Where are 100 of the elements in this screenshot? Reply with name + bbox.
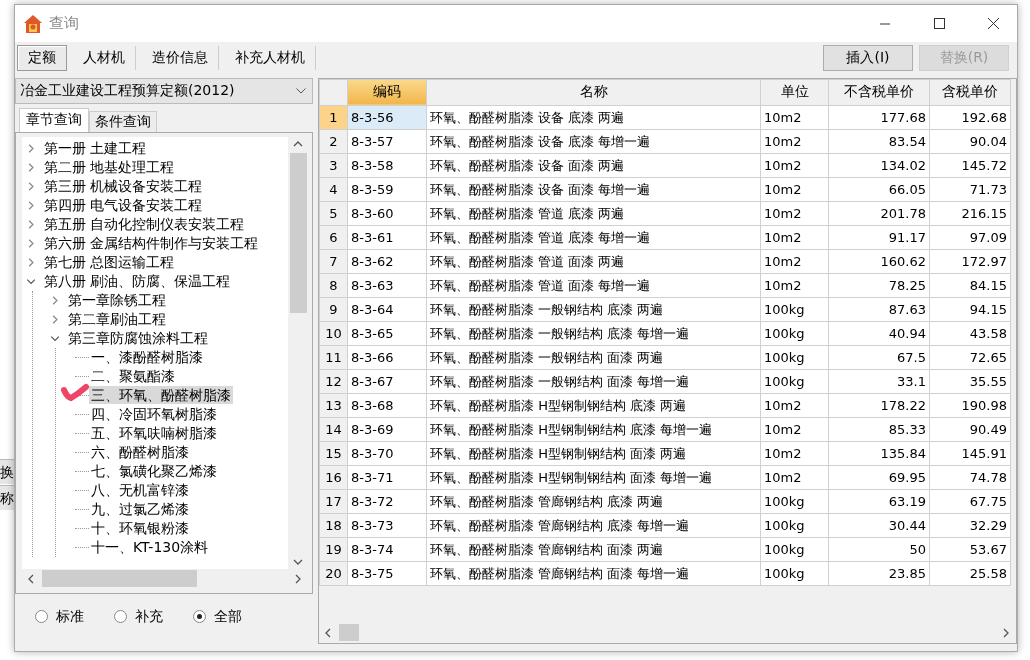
row-number[interactable]: 17 [319,489,348,514]
tree-item[interactable]: 四、冷固环氧树脂漆 [89,405,219,424]
table-cell: 8-3-57 [347,129,427,154]
table-cell: 环氧、酚醛树脂漆 管廊钢结构 底漆 每增一遍 [426,513,761,538]
tab[interactable]: 补充人材机 [225,45,316,70]
table-cell: 10m2 [760,441,829,466]
row-number[interactable]: 12 [319,369,348,394]
table-cell: 环氧、酚醛树脂漆 管道 底漆 每增一遍 [426,225,761,250]
tree-item[interactable]: 一、漆酚醛树脂漆 [89,348,205,367]
column-header[interactable]: 含税单价 [929,79,1011,106]
table-cell: 40.94 [828,321,930,346]
table-cell: 178.22 [828,393,930,418]
table-cell: 环氧、酚醛树脂漆 H型钢制钢结构 面漆 每增一遍 [426,465,761,490]
radio-button[interactable] [35,610,48,624]
house-icon [23,13,43,34]
row-number[interactable]: 1 [319,105,348,130]
tree-item[interactable]: 三、环氧、酚醛树脂漆 [89,386,233,405]
table-cell: 环氧、酚醛树脂漆 管廊钢结构 面漆 每增一遍 [426,561,761,586]
row-number[interactable]: 10 [319,321,348,346]
toolbar-button[interactable]: 插入(I) [823,44,913,71]
scrollbar-thumb[interactable] [289,152,307,313]
table-cell: 100kg [760,489,829,514]
tree-item[interactable]: 第三章防腐蚀涂料工程 [66,329,210,348]
tree-item[interactable]: 八、无机富锌漆 [89,481,191,500]
scrollbar-thumb[interactable] [339,624,359,642]
scrollbar-thumb[interactable] [42,570,197,588]
row-number[interactable]: 9 [319,297,348,322]
table-cell: 环氧、酚醛树脂漆 H型钢制钢结构 底漆 每增一遍 [426,417,761,442]
table-cell: 100kg [760,561,829,586]
row-number[interactable]: 7 [319,249,348,274]
row-number[interactable]: 14 [319,417,348,442]
column-header[interactable]: 不含税单价 [828,79,930,106]
radio-button[interactable] [114,610,127,624]
tab[interactable]: 人材机 [73,45,136,70]
tree-item[interactable]: 第三册 机械设备安装工程 [42,177,205,196]
table-cell: 87.63 [828,297,930,322]
table-cell: 23.85 [828,561,930,586]
row-number[interactable]: 2 [319,129,348,154]
tree-item[interactable]: 第八册 刷油、防腐、保温工程 [42,272,233,291]
row-number[interactable]: 13 [319,393,348,418]
row-number[interactable]: 18 [319,513,348,538]
table-cell: 环氧、酚醛树脂漆 设备 面漆 两遍 [426,153,761,178]
table-cell: 环氧、酚醛树脂漆 管道 面漆 每增一遍 [426,273,761,298]
tree-item[interactable]: 七、氯磺化聚乙烯漆 [89,462,219,481]
table-cell: 环氧、酚醛树脂漆 设备 面漆 每增一遍 [426,177,761,202]
row-number[interactable]: 5 [319,201,348,226]
library-dropdown[interactable]: 冶金工业建设工程预算定额(2012) [15,77,313,104]
table-cell: 10m2 [760,249,829,274]
row-number[interactable]: 3 [319,153,348,178]
checkmark-drawing [60,382,90,403]
tree-item[interactable]: 九、过氯乙烯漆 [89,500,191,519]
table-cell: 50 [828,537,930,562]
row-number[interactable]: 16 [319,465,348,490]
table-cell: 100kg [760,297,829,322]
table-cell: 100kg [760,369,829,394]
tree-item[interactable]: 第二册 地基处理工程 [42,158,177,177]
tree-item[interactable]: 第七册 总图运输工程 [42,253,177,272]
table-cell: 160.62 [828,249,930,274]
table-cell: 100kg [760,513,829,538]
table-cell: 25.58 [929,561,1011,586]
tree-item[interactable]: 六、酚醛树脂漆 [89,443,191,462]
row-number[interactable]: 20 [319,561,348,586]
radio-label: 补充 [135,607,163,626]
tree-item[interactable]: 二、聚氨酯漆 [89,367,177,386]
tab[interactable]: 条件查询 [89,110,157,132]
table-cell: 32.29 [929,513,1011,538]
tab[interactable]: 造价信息 [142,45,219,70]
tree-item[interactable]: 十、环氧银粉漆 [89,519,191,538]
row-number[interactable]: 6 [319,225,348,250]
tree-item[interactable]: 十一、KT-130涂料 [89,538,211,557]
tab[interactable]: 定额 [17,44,67,71]
tree-item[interactable]: 第一章除锈工程 [66,291,168,310]
column-header[interactable]: 编码 [347,79,427,106]
tree-item[interactable]: 第五册 自动化控制仪表安装工程 [42,215,247,234]
row-number[interactable]: 19 [319,537,348,562]
table-cell: 10m2 [760,393,829,418]
table-cell: 环氧、酚醛树脂漆 一般钢结构 底漆 每增一遍 [426,321,761,346]
table-cell: 145.91 [929,441,1011,466]
row-number[interactable]: 15 [319,441,348,466]
table-cell: 8-3-59 [347,177,427,202]
radio-label: 全部 [214,607,242,626]
tree-item[interactable]: 第一册 土建工程 [42,139,149,158]
table-cell: 环氧、酚醛树脂漆 一般钢结构 面漆 每增一遍 [426,369,761,394]
row-number[interactable]: 11 [319,345,348,370]
table-cell: 78.25 [828,273,930,298]
tab[interactable]: 章节查询 [19,107,89,132]
column-header[interactable]: 单位 [760,79,829,106]
table-cell: 环氧、酚醛树脂漆 管道 面漆 两遍 [426,249,761,274]
tree-item[interactable]: 第四册 电气设备安装工程 [42,196,205,215]
column-header[interactable]: 名称 [426,79,761,106]
table-cell: 72.65 [929,345,1011,370]
table-cell: 8-3-61 [347,225,427,250]
tree-item[interactable]: 第六册 金属结构件制作与安装工程 [42,234,261,253]
row-number[interactable]: 8 [319,273,348,298]
tree-item[interactable]: 第二章刷油工程 [66,310,168,329]
radio-button[interactable] [193,610,206,624]
radio-label: 标准 [56,607,84,626]
row-number[interactable]: 4 [319,177,348,202]
tree-item[interactable]: 五、环氧呋喃树脂漆 [89,424,219,443]
background-label: 换 [0,459,14,484]
